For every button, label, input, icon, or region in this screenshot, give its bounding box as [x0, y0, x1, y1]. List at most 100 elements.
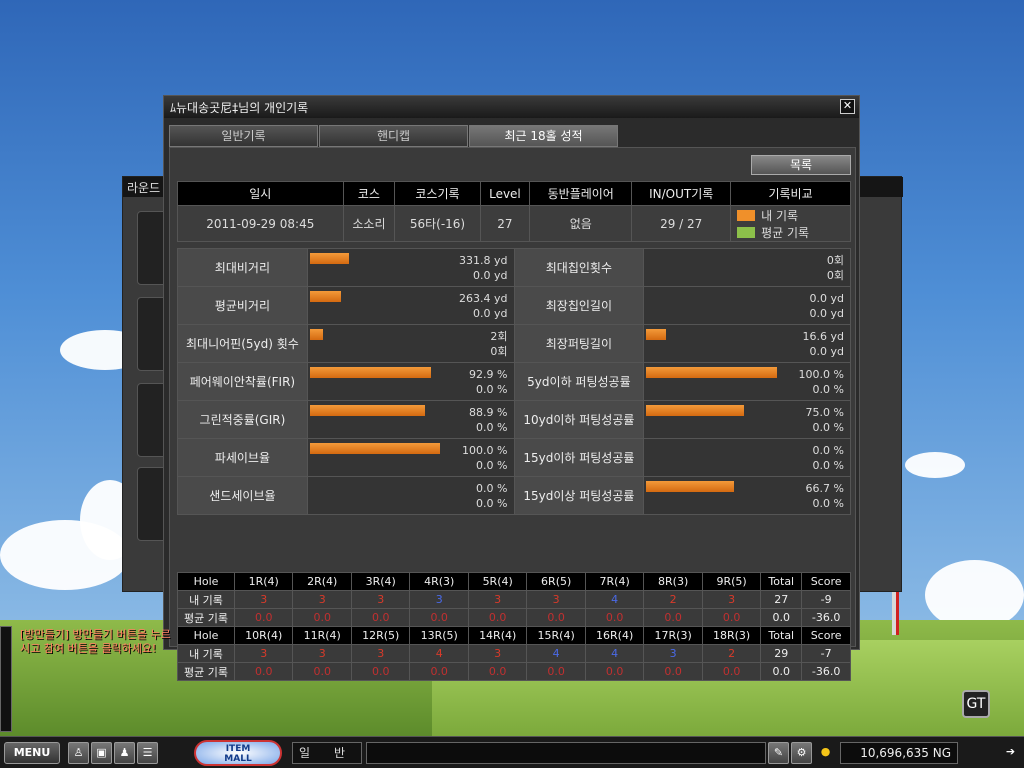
- scorecard-cell: 13R(5): [409, 626, 469, 645]
- list-button[interactable]: 목록: [751, 155, 851, 175]
- coin-icon: ●: [820, 745, 831, 758]
- compare-legend: 내 기록 평균 기록: [730, 205, 851, 242]
- chat-input[interactable]: [366, 742, 766, 764]
- scorecard-row-avg: 평균 기록 0.0 0.0 0.0 0.0 0.0 0.0 0.0 0.0 0.0 0.0 -36.0: [177, 662, 851, 681]
- scorecard-table: Hole 1R(4) 2R(4) 3R(4) 4R(3) 5R(4) 6R(5) 7R(4) 8…: [177, 572, 851, 681]
- item-mall-label-1: ITEM: [225, 744, 251, 754]
- menu-button[interactable]: MENU: [4, 742, 60, 764]
- scorecard-cell: 0.0: [643, 608, 703, 627]
- scorecard-cell: Total: [760, 626, 803, 645]
- scorecard-cell: 0.0: [467, 662, 528, 681]
- stat-label: 15yd이상 퍼팅성공률: [513, 476, 645, 515]
- scorecard-row-label: 내 기록: [177, 590, 235, 609]
- cloud: [0, 520, 130, 590]
- header-course-record: 코스기록: [394, 181, 481, 206]
- scorecard-row-my: 내 기록 3 3 3 4 3 4 4 3 2 29 -7: [177, 644, 851, 663]
- scorecard-cell: 15R(4): [526, 626, 586, 645]
- stat-value: 66.7 % 0.0 %: [643, 476, 851, 515]
- scorecard-cell: 0.0: [467, 608, 528, 627]
- header-compare: 기록비교: [730, 181, 851, 206]
- scorecard-row-holes: Hole 10R(4) 11R(4) 12R(5) 13R(5) 14R(4) 15R(4)…: [177, 626, 851, 645]
- stat-value-my: 66.7 %: [805, 481, 844, 495]
- stat-value-average: 0회: [490, 344, 508, 358]
- community-icon[interactable]: ♟: [114, 742, 135, 764]
- stat-row: 샌드세이브율 0.0 % 0.0 % 15yd이상 퍼팅성공률 66.7 % 0.0 %: [177, 476, 851, 515]
- stat-value-average: 0.0 %: [476, 382, 508, 396]
- scorecard-row-holes: Hole 1R(4) 2R(4) 3R(4) 4R(3) 5R(4) 6R(5) 7R(4) 8…: [177, 572, 851, 591]
- scorecard-cell: 18R(3): [701, 626, 762, 645]
- stat-row: 파세이브율 100.0 % 0.0 % 15yd이하 퍼팅성공률 0.0 % 0.0 %: [177, 438, 851, 477]
- scorecard-cell: 0.0: [760, 608, 803, 627]
- scorecard-cell: 3: [526, 590, 586, 609]
- stat-bar: [309, 405, 425, 416]
- stat-value-my: 263.4 yd: [459, 291, 508, 305]
- stat-label: 페어웨이안착률(FIR): [177, 362, 308, 401]
- chat-scrollbar[interactable]: [0, 626, 12, 732]
- scorecard-cell: 2R(4): [292, 572, 352, 591]
- legend-average: 평균 기록: [731, 224, 850, 241]
- stats-table: 최대비거리 331.8 yd 0.0 yd 최대칩인횟수 0회 0회 평균비거리 263.4 …: [177, 248, 851, 515]
- scorecard-cell: 4R(3): [409, 572, 469, 591]
- item-mall-button[interactable]: ITEM MALL: [194, 740, 282, 766]
- stat-bar: [646, 329, 666, 340]
- gear-icon[interactable]: ⚙: [791, 742, 812, 764]
- stat-value: 0.0 % 0.0 %: [306, 476, 515, 515]
- header-course: 코스: [342, 181, 396, 206]
- stat-bar: [646, 405, 744, 416]
- scorecard-cell: 0.0: [292, 662, 352, 681]
- profile-icon[interactable]: ♙: [68, 742, 89, 764]
- notes-icon[interactable]: ☰: [137, 742, 158, 764]
- scorecard-cell: 4: [584, 590, 645, 609]
- scorecard-cell: Score: [801, 572, 851, 591]
- stat-value-my: 2회: [490, 329, 508, 343]
- inout-value: 29 / 27: [631, 205, 732, 242]
- scorecard-cell: 0.0: [526, 608, 586, 627]
- scorecard-cell: 1R(4): [233, 572, 294, 591]
- stat-label: 최장퍼팅길이: [513, 324, 645, 363]
- scorecard-cell: 0.0: [701, 662, 762, 681]
- legend-my-label: 내 기록: [761, 208, 799, 223]
- scorecard-row-label: 평균 기록: [177, 608, 235, 627]
- stat-value: 75.0 % 0.0 %: [643, 400, 851, 439]
- scorecard-cell: 8R(3): [643, 572, 703, 591]
- inventory-icon[interactable]: ▣: [91, 742, 112, 764]
- scorecard-cell: 7R(4): [584, 572, 645, 591]
- stat-label: 최대니어핀(5yd) 횟수: [177, 324, 308, 363]
- tab-general-record[interactable]: 일반기록: [169, 125, 318, 147]
- stat-value: 16.6 yd 0.0 yd: [643, 324, 851, 363]
- stat-value-my: 0.0 %: [476, 481, 508, 495]
- stat-value-my: 16.6 yd: [802, 329, 844, 343]
- level-value: 27: [479, 205, 531, 242]
- stat-bar: [646, 367, 777, 378]
- window-title: ﾑ뉴대송곳尼‡님의 개인기록: [164, 96, 859, 118]
- stat-value-average: 0.0 %: [812, 420, 844, 434]
- scorecard-cell: Total: [760, 572, 803, 591]
- tab-handicap[interactable]: 핸디캡: [319, 125, 468, 147]
- stat-value: 88.9 % 0.0 %: [306, 400, 515, 439]
- cloud: [905, 452, 965, 478]
- scorecard-cell: 3: [643, 644, 703, 663]
- stat-value: 100.0 % 0.0 %: [306, 438, 515, 477]
- close-button[interactable]: ✕: [840, 99, 855, 114]
- scorecard-cell: 0.0: [233, 608, 294, 627]
- exit-icon[interactable]: ➔: [1000, 742, 1021, 764]
- summary-table: 일시 코스 코스기록 Level 동반플레이어 IN/OUT기록 기록비교 20…: [177, 181, 851, 242]
- scorecard-cell: 12R(5): [350, 626, 411, 645]
- scorecard-cell: 9R(5): [701, 572, 762, 591]
- chat-settings-icon[interactable]: ✎: [768, 742, 789, 764]
- stat-label: 10yd이하 퍼팅성공률: [513, 400, 645, 439]
- header-inout: IN/OUT기록: [631, 181, 732, 206]
- stat-value: 0회 0회: [643, 248, 851, 287]
- scorecard-cell: 27: [760, 590, 803, 609]
- tab-recent-18-holes[interactable]: 최근 18홀 성적: [469, 125, 618, 147]
- scorecard-cell: 0.0: [643, 662, 703, 681]
- clock-icon[interactable]: GT: [962, 690, 990, 718]
- scorecard-cell: 0.0: [584, 662, 645, 681]
- scorecard-cell: 5R(4): [467, 572, 528, 591]
- tab-content: 목록 일시 코스 코스기록 Level 동반플레이어 IN/OUT기록 기록비교…: [169, 147, 856, 681]
- scorecard-row-label: Hole: [177, 572, 235, 591]
- scorecard-cell: Score: [801, 626, 851, 645]
- scorecard-cell: 3: [233, 644, 294, 663]
- stat-label: 파세이브율: [177, 438, 308, 477]
- chat-mode-select[interactable]: 일 반: [292, 742, 362, 764]
